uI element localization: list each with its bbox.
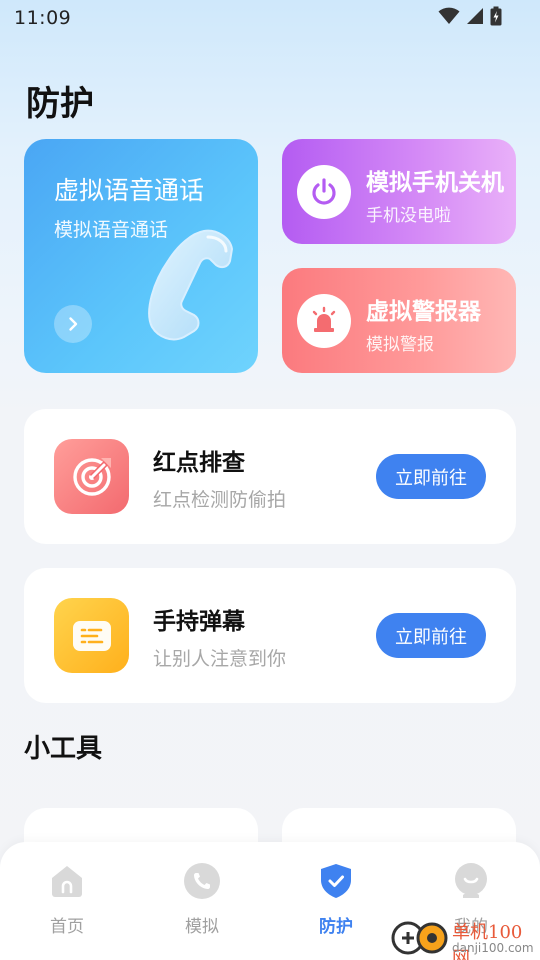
shutdown-card-title: 模拟手机关机 [366, 170, 504, 196]
site-watermark: 单机100网 danji100.com [388, 914, 540, 960]
shield-icon [317, 862, 355, 900]
alarm-card-subtitle: 模拟警报 [366, 335, 434, 355]
phone-handset-icon [130, 227, 250, 351]
tools-section-title: 小工具 [24, 734, 103, 764]
handheld-danmaku-card: 手持弹幕 让别人注意到你 立即前往 [24, 568, 516, 703]
status-icons [438, 6, 502, 30]
red-dot-go-button[interactable]: 立即前往 [376, 454, 486, 499]
radar-icon [54, 439, 129, 514]
profile-icon [452, 862, 490, 900]
danmaku-go-button[interactable]: 立即前往 [376, 613, 486, 658]
danmaku-screen-icon [54, 598, 129, 673]
shutdown-card-subtitle: 手机没电啦 [366, 206, 451, 226]
voice-card-title: 虚拟语音通话 [54, 176, 205, 205]
siren-icon [297, 294, 351, 348]
watermark-logo-icon [391, 921, 448, 955]
red-dot-title: 红点排查 [153, 450, 245, 476]
nav-item-protect[interactable]: 防护 [286, 862, 386, 952]
danmaku-title: 手持弹幕 [153, 609, 245, 635]
chevron-right-icon[interactable] [54, 305, 92, 343]
alarm-card-title: 虚拟警报器 [366, 299, 481, 325]
nav-item-home[interactable]: 首页 [17, 862, 117, 952]
wifi-icon [438, 7, 460, 29]
battery-icon [490, 6, 502, 30]
danmaku-subtitle: 让别人注意到你 [153, 648, 287, 670]
home-icon [48, 862, 86, 900]
power-icon [297, 165, 351, 219]
nav-label-simulate: 模拟 [185, 917, 219, 937]
signal-icon [466, 7, 484, 29]
status-bar: 11:09 [0, 0, 540, 36]
simulate-shutdown-card[interactable]: 模拟手机关机 手机没电啦 [282, 139, 516, 244]
watermark-url: danji100.com [452, 941, 534, 955]
virtual-alarm-card[interactable]: 虚拟警报器 模拟警报 [282, 268, 516, 373]
status-time: 11:09 [14, 7, 72, 29]
red-dot-subtitle: 红点检测防偷拍 [153, 489, 287, 511]
nav-item-simulate[interactable]: 模拟 [152, 862, 252, 952]
phone-icon [183, 862, 221, 900]
red-dot-check-card: 红点排查 红点检测防偷拍 立即前往 [24, 409, 516, 544]
nav-label-home: 首页 [50, 917, 84, 937]
nav-label-protect: 防护 [319, 917, 353, 937]
page-title: 防护 [26, 84, 94, 124]
virtual-voice-call-card[interactable]: 虚拟语音通话 模拟语音通话 [24, 139, 258, 373]
